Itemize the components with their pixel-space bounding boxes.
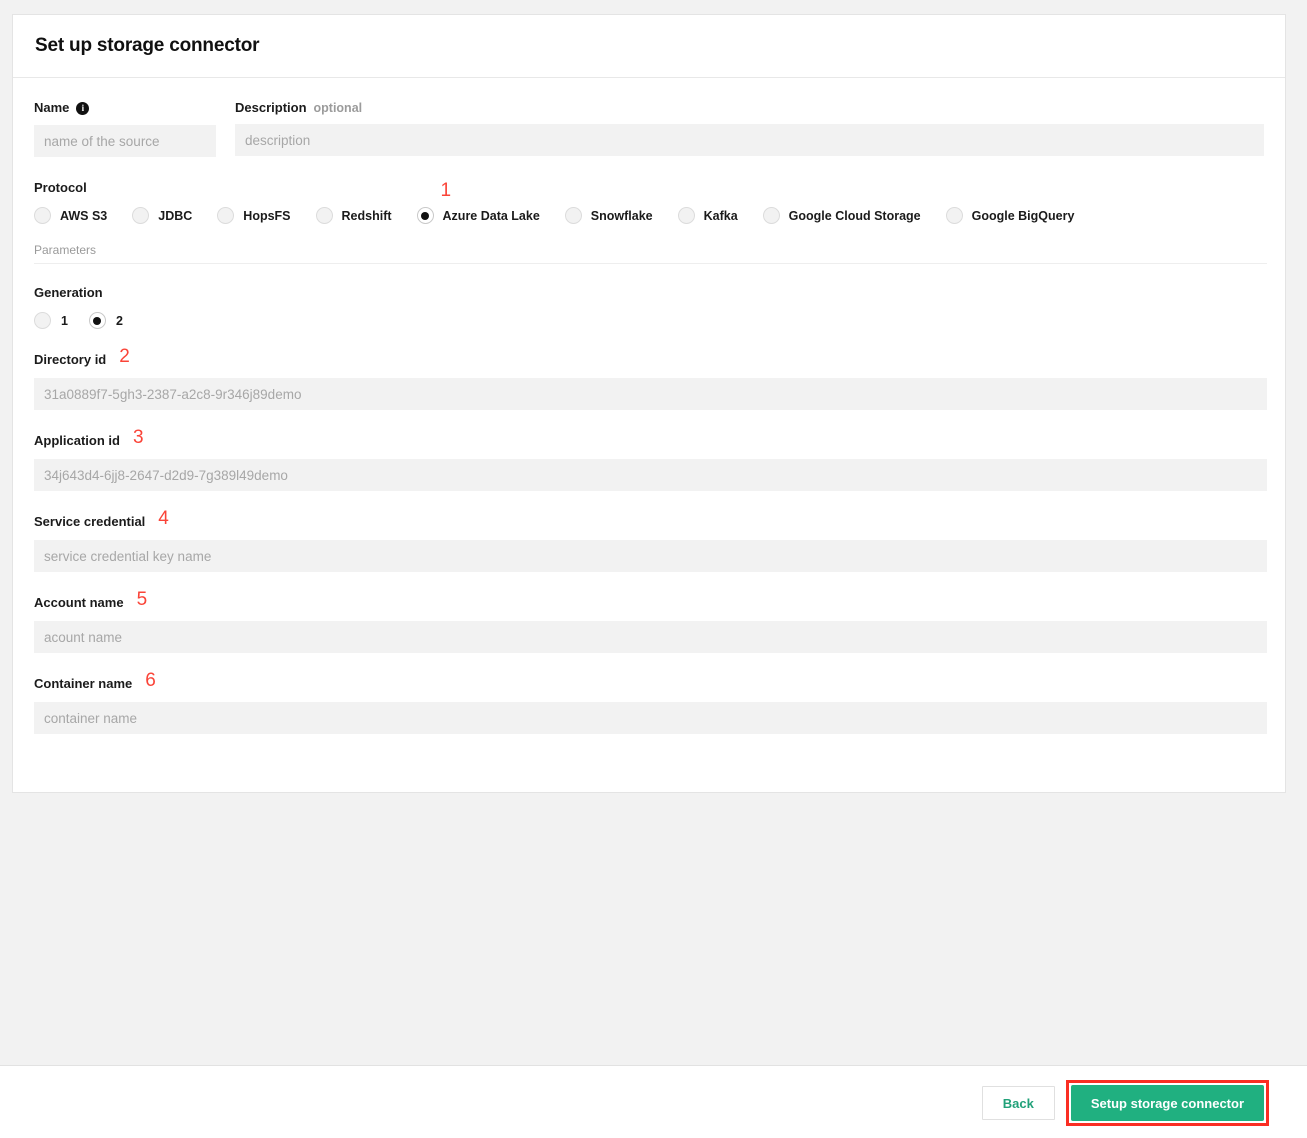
protocol-option-label: Google Cloud Storage	[788, 208, 921, 223]
protocol-option-label: Azure Data Lake	[442, 208, 540, 223]
field-label: Service credential	[34, 513, 146, 529]
service-credential-input[interactable]	[34, 540, 1267, 572]
protocol-option-label: Redshift	[341, 208, 392, 223]
annotation-number: 1	[440, 180, 452, 201]
radio-icon[interactable]	[945, 207, 963, 224]
annotation-number: 3	[132, 427, 144, 448]
parameter-fields: Directory id 2 Application id 3 Service cred…	[34, 346, 1267, 734]
submit-highlight-box: Setup storage connector	[1065, 1080, 1269, 1126]
radio-icon[interactable]	[34, 312, 51, 329]
footer-bar: Back Setup storage connector	[0, 1065, 1307, 1138]
protocol-option-azure-data-lake[interactable]: Azure Data Lake 1	[416, 181, 540, 224]
protocol-option-google-bigquery[interactable]: Google BigQuery	[945, 207, 1075, 224]
description-optional-tag: optional	[313, 101, 363, 115]
protocol-option-label: AWS S3	[60, 208, 108, 223]
protocol-option-jdbc[interactable]: JDBC	[132, 207, 192, 224]
account-name-input[interactable]	[34, 621, 1267, 653]
protocol-option-label: JDBC	[158, 208, 193, 223]
generation-option-2[interactable]: 2	[88, 312, 123, 329]
generation-group: Generation 12	[34, 285, 1264, 329]
name-label-row: Name i	[34, 100, 216, 116]
radio-icon[interactable]	[217, 207, 235, 224]
container-name-input[interactable]	[34, 702, 1267, 734]
field-label-row: Application id 3	[34, 427, 1264, 450]
field-group-account-name: Account name 5	[34, 589, 1267, 653]
footer-actions: Back Setup storage connector	[981, 1080, 1269, 1126]
annotation-number: 5	[136, 589, 148, 610]
field-group-container-name: Container name 6	[34, 670, 1267, 734]
parameters-section-label: Parameters	[34, 243, 97, 257]
protocol-option-kafka[interactable]: Kafka	[677, 207, 738, 224]
setup-storage-connector-button[interactable]: Setup storage connector	[1070, 1085, 1264, 1121]
application-id-input[interactable]	[34, 459, 1267, 491]
field-label-row: Service credential 4	[34, 508, 1264, 531]
radio-icon[interactable]	[564, 207, 582, 224]
annotation-number: 4	[158, 508, 169, 529]
field-label: Application id	[34, 432, 120, 448]
radio-icon[interactable]	[762, 207, 780, 224]
description-label: Description	[235, 100, 307, 115]
protocol-option-google-cloud-storage[interactable]: Google Cloud Storage	[762, 207, 921, 224]
protocol-option-aws-s3[interactable]: AWS S3	[34, 207, 107, 224]
parameters-divider	[34, 263, 1267, 264]
field-label: Account name	[34, 594, 124, 610]
description-label-row: Description optional	[235, 100, 1264, 116]
field-label-row: Container name 6	[34, 670, 1264, 693]
name-description-row: Name i Description optional	[34, 100, 1264, 157]
field-label: Container name	[34, 675, 133, 691]
annotation-number: 2	[119, 346, 130, 367]
protocol-label: Protocol	[34, 180, 87, 195]
description-input[interactable]	[235, 124, 1264, 156]
protocol-radio-row: AWS S3 JDBC HopsFS Redshift Azure Data Lake 1…	[34, 181, 1264, 224]
protocol-group: Protocol AWS S3 JDBC HopsFS Redshift Azure D…	[34, 180, 1264, 224]
description-field-group: Description optional	[235, 100, 1264, 156]
protocol-option-label: Kafka	[703, 208, 738, 223]
generation-option-label: 1	[61, 313, 68, 328]
annotation-number: 6	[145, 670, 156, 691]
radio-icon[interactable]	[677, 207, 695, 224]
protocol-option-snowflake[interactable]: Snowflake	[564, 207, 653, 224]
field-label-row: Account name 5	[34, 589, 1264, 612]
info-icon[interactable]: i	[76, 101, 90, 115]
name-field-group: Name i	[34, 100, 216, 157]
directory-id-input[interactable]	[34, 378, 1267, 410]
radio-icon[interactable]	[88, 312, 106, 329]
field-group-application-id: Application id 3	[34, 427, 1267, 491]
protocol-option-label: Google BigQuery	[971, 208, 1075, 223]
generation-option-label: 2	[115, 313, 123, 328]
back-button[interactable]: Back	[981, 1086, 1055, 1120]
protocol-option-label: HopsFS	[243, 208, 291, 223]
storage-connector-card: Set up storage connector Name i Descript…	[12, 14, 1286, 793]
name-input[interactable]	[34, 125, 216, 157]
generation-radio-row: 12	[34, 312, 1264, 329]
generation-option-1[interactable]: 1	[34, 312, 68, 329]
protocol-option-redshift[interactable]: Redshift	[315, 207, 392, 224]
generation-label: Generation	[34, 285, 103, 300]
field-label-row: Directory id 2	[34, 346, 1264, 369]
radio-icon[interactable]	[315, 207, 333, 224]
field-group-service-credential: Service credential 4	[34, 508, 1267, 572]
card-header: Set up storage connector	[13, 15, 1285, 78]
protocol-option-hopsfs[interactable]: HopsFS	[217, 207, 291, 224]
protocol-option-label: Snowflake	[590, 208, 653, 223]
name-label: Name	[34, 100, 70, 115]
radio-icon[interactable]	[132, 207, 150, 224]
card-body: Name i Description optional Protocol AWS…	[13, 78, 1285, 734]
field-group-directory-id: Directory id 2	[34, 346, 1267, 410]
field-label: Directory id	[34, 351, 107, 367]
radio-icon[interactable]	[34, 207, 51, 224]
page-title: Set up storage connector	[35, 35, 260, 56]
radio-icon[interactable]	[416, 207, 434, 224]
